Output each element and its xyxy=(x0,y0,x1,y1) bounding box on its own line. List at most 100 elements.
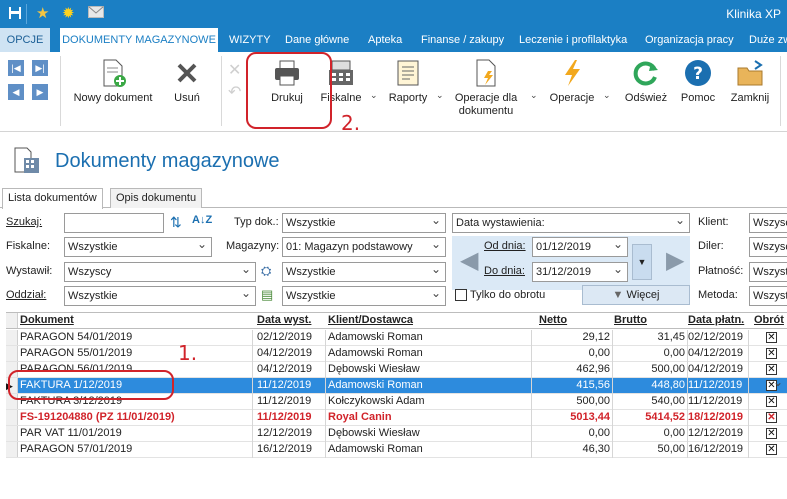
table-row[interactable]: PARAGON 54/01/2019 02/12/2019 Adamowski Ro… xyxy=(6,330,787,346)
reports-button[interactable]: Raporty xyxy=(384,58,432,105)
document-operations-button[interactable]: Operacje dla dokumentu xyxy=(450,58,522,118)
cell-pay: 12/12/2019 xyxy=(688,427,744,439)
column-document[interactable]: Dokument xyxy=(20,314,74,326)
tab-leczenie[interactable]: Leczenie i profilaktyka xyxy=(519,28,627,52)
column-issue-date[interactable]: Data wyst. xyxy=(257,314,311,326)
method-select[interactable]: Wszyst xyxy=(749,286,787,306)
star-icon[interactable]: ★ xyxy=(36,6,49,22)
table-row[interactable]: FS-191204880 (PZ 11/01/2019) 11/12/2019 Ro… xyxy=(6,410,787,426)
cell-date: 12/12/2019 xyxy=(257,427,313,439)
sort-icon[interactable]: ⇅ xyxy=(170,214,182,231)
extra-filter-select-1[interactable]: Wszystkie xyxy=(282,262,446,282)
payment-select[interactable]: Wszyst xyxy=(749,262,787,282)
date-field-select[interactable]: Data wystawienia: xyxy=(452,213,690,233)
more-button[interactable]: ▼ Więcej xyxy=(582,285,690,305)
close-button[interactable]: Zamknij xyxy=(726,58,774,105)
turnover-checkbox-cell[interactable]: ✕ xyxy=(766,444,777,455)
turnover-checkbox-cell[interactable]: ✕ xyxy=(766,396,777,407)
row-selector[interactable] xyxy=(6,426,18,441)
help-button[interactable]: ? Pomoc xyxy=(678,58,718,105)
turnover-checkbox[interactable] xyxy=(455,289,467,301)
cell-date: 11/12/2019 xyxy=(257,411,312,423)
cell-doc: PAR VAT 11/01/2019 xyxy=(20,427,122,439)
date-from-input[interactable]: 01/12/2019 xyxy=(532,237,628,257)
mail-icon[interactable] xyxy=(88,6,104,22)
nav-first-icon[interactable]: |◀ xyxy=(8,60,24,76)
issued-by-select[interactable]: Wszyscy xyxy=(64,262,256,282)
hierarchy-icon[interactable]: ⛭ xyxy=(261,263,271,279)
column-turnover[interactable]: Obrót xyxy=(754,314,784,326)
reports-dropdown-icon[interactable]: ⌄ xyxy=(436,90,444,101)
search-input[interactable] xyxy=(64,213,164,233)
cell-pay: 02/12/2019 xyxy=(688,331,744,343)
cell-client: Royal Canin xyxy=(328,411,392,423)
refresh-button[interactable]: Odśwież xyxy=(622,58,670,105)
client-select[interactable]: Wszysc xyxy=(749,213,787,233)
cell-doc: PARAGON 55/01/2019 xyxy=(20,347,133,359)
documents-table: Dokument Data wyst. Klient/Dostawca Nett… xyxy=(6,312,787,499)
cell-gross: 31,45 xyxy=(657,331,685,343)
turnover-checkbox-cell[interactable]: ✕ xyxy=(766,380,777,391)
cell-gross: 0,00 xyxy=(663,427,685,439)
turnover-checkbox-cell[interactable]: ✕ xyxy=(766,348,777,359)
doc-type-select[interactable]: Wszystkie xyxy=(282,213,446,233)
save-icon[interactable] xyxy=(8,6,22,24)
tab-document-description[interactable]: Opis dokumentu xyxy=(110,188,203,208)
row-selector[interactable] xyxy=(6,410,18,425)
tab-dane-glowne[interactable]: Dane główne xyxy=(285,28,349,52)
branch-picker-icon[interactable]: ▤ xyxy=(261,287,273,303)
next-period-icon[interactable]: ▶ xyxy=(666,246,684,276)
nav-last-icon[interactable]: ▶| xyxy=(32,60,48,76)
prev-period-icon[interactable]: ◀ xyxy=(460,246,478,276)
sun-icon[interactable]: ✹ xyxy=(62,6,75,22)
doc-type-label: Typ dok.: xyxy=(234,216,279,228)
document-operations-dropdown-icon[interactable]: ⌄ xyxy=(530,90,538,101)
tab-apteka[interactable]: Apteka xyxy=(368,28,402,52)
table-row[interactable]: PARAGON 55/01/2019 04/12/2019 Adamowski Ro… xyxy=(6,346,787,362)
more-button-label: Więcej xyxy=(626,289,660,301)
table-row[interactable]: PARAGON 57/01/2019 16/12/2019 Adamowski Ro… xyxy=(6,442,787,458)
cell-date: 04/12/2019 xyxy=(257,363,313,375)
tab-dokumenty-magazynowe[interactable]: DOKUMENTY MAGAZYNOWE xyxy=(60,28,218,52)
close-folder-icon xyxy=(735,58,765,88)
cell-date: 04/12/2019 xyxy=(257,347,313,359)
extra-filter-select-2[interactable]: Wszystkie xyxy=(282,286,446,306)
operations-button[interactable]: Operacje xyxy=(546,58,598,105)
fiscal-dropdown-icon[interactable]: ⌄ xyxy=(370,90,378,101)
period-dropdown-button[interactable]: ▼ xyxy=(632,244,652,280)
new-document-icon xyxy=(98,58,128,88)
date-to-input[interactable]: 31/12/2019 xyxy=(532,262,628,282)
dealer-select[interactable]: Wszysc xyxy=(749,237,787,257)
turnover-checkbox-cell[interactable]: ✕ xyxy=(766,364,777,375)
disabled-edit-icon: ✕ xyxy=(228,62,242,79)
turnover-checkbox-cell[interactable]: ✕ xyxy=(766,412,777,423)
tab-duze-zw[interactable]: Duże zw xyxy=(749,28,787,52)
nav-next-icon[interactable]: ▶ xyxy=(32,84,48,100)
row-selector[interactable] xyxy=(6,442,18,457)
row-selector[interactable] xyxy=(6,346,18,361)
column-client[interactable]: Klient/Dostawca xyxy=(328,314,413,326)
new-document-button[interactable]: Nowy dokument xyxy=(66,58,160,105)
nav-prev-icon[interactable]: ◀ xyxy=(8,84,24,100)
column-net[interactable]: Netto xyxy=(539,314,567,326)
turnover-checkbox-cell[interactable]: ✕ xyxy=(766,428,777,439)
table-row[interactable]: PAR VAT 11/01/2019 12/12/2019 Dębowski Wie… xyxy=(6,426,787,442)
tab-wizyty[interactable]: WIZYTY xyxy=(229,28,271,52)
column-payment-date[interactable]: Data płatn. xyxy=(688,314,744,326)
operations-dropdown-icon[interactable]: ⌄ xyxy=(603,90,611,101)
turnover-checkbox-cell[interactable]: ✕ xyxy=(766,332,777,343)
cell-gross: 0,00 xyxy=(663,347,685,359)
branch-select[interactable]: Wszystkie xyxy=(64,286,256,306)
warehouse-select[interactable]: 01: Magazyn podstawowy xyxy=(282,237,446,257)
tab-finanse[interactable]: Finanse / zakupy xyxy=(421,28,504,52)
cell-doc: FS-191204880 (PZ 11/01/2019) xyxy=(20,411,175,423)
column-gross[interactable]: Brutto xyxy=(614,314,647,326)
row-selector[interactable] xyxy=(6,330,18,345)
tab-document-list[interactable]: Lista dokumentów xyxy=(2,188,103,209)
help-label: Pomoc xyxy=(680,92,716,104)
delete-button[interactable]: Usuń xyxy=(168,58,206,105)
tab-organizacja[interactable]: Organizacja pracy xyxy=(645,28,734,52)
tab-opcje[interactable]: OPCJE xyxy=(0,28,50,52)
sort-az-icon[interactable]: A↓Z xyxy=(192,214,212,226)
fiscal-select[interactable]: Wszystkie xyxy=(64,237,212,257)
